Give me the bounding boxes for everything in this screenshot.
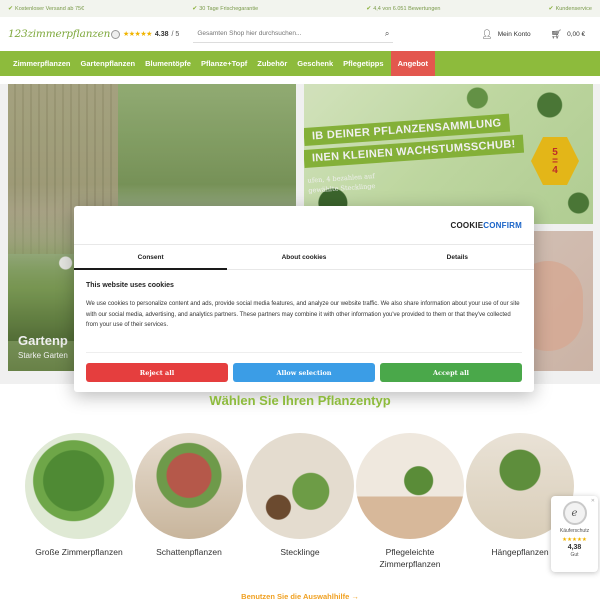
section-title: Wählen Sie Ihren Pflanzentyp — [209, 393, 391, 408]
account-link[interactable]: 👤︎ Mein Konto — [481, 29, 530, 40]
category-schattenpflanzen[interactable]: Schattenpflanzen — [135, 433, 243, 558]
nav-item-gartenpflanzen[interactable]: Gartenpflanzen — [76, 51, 141, 76]
accept-all-button[interactable]: Accept all — [380, 363, 522, 382]
site-logo[interactable]: 123zimmerpflanzen — [8, 28, 110, 40]
nav-item-pflanze-topf[interactable]: Pflanze+Topf — [196, 51, 252, 76]
cart-icon: 🛒︎ — [550, 28, 563, 39]
search-bar: ⌕ — [193, 25, 394, 43]
check-icon: ✔ — [192, 6, 198, 12]
category-label: Stecklinge — [280, 547, 320, 557]
cookie-description: We use cookies to personalize content an… — [86, 301, 520, 328]
check-icon: ✔ — [366, 6, 372, 12]
site-header: 123zimmerpflanzen ★★★★★ 4.38 / 5 ⌕ 👤︎ Me… — [0, 17, 600, 51]
category-image — [246, 433, 354, 539]
top-usp-bar: ✔ Kostenloser Versand ab 75€ ✔ 30 Tage Fri… — [0, 0, 600, 17]
tab-consent[interactable]: Consent — [74, 245, 228, 270]
cookie-consent-dialog: COOKIECONFIRM Consent About cookies Deta… — [74, 206, 534, 392]
check-icon: ✔ — [548, 6, 554, 12]
hero-title: Gartenp — [18, 333, 68, 348]
hero-subtitle: Starke Garten — [18, 351, 68, 360]
trust-grade: Gut — [570, 552, 579, 558]
cookieconfirm-logo: COOKIECONFIRM — [450, 221, 522, 230]
trusted-shops-badge[interactable]: ✕ e Käuferschutz ★★★★★ 4,38 Gut — [551, 496, 598, 572]
category-grosse-zimmerpflanzen[interactable]: Große Zimmerpflanzen — [25, 433, 133, 558]
nav-item-angebot[interactable]: Angebot — [390, 51, 435, 76]
trust-label: Käuferschutz — [559, 528, 590, 534]
usp-customer-service[interactable]: ✔ Kundenservice — [548, 5, 592, 13]
rating-value: 4.38 — [154, 30, 169, 38]
rating-max: / 5 — [171, 30, 180, 38]
usp-freshness: ✔ 30 Tage Frischegarantie — [192, 5, 259, 13]
tab-details[interactable]: Details — [381, 245, 534, 269]
cookie-buttons: Reject all Allow selection Accept all — [86, 363, 522, 382]
cookie-tabs: Consent About cookies Details — [74, 244, 534, 270]
trusted-shops-seal-icon: e — [562, 501, 587, 525]
tab-about-cookies[interactable]: About cookies — [227, 245, 380, 269]
category-image — [356, 433, 464, 539]
promo-banner-cuttings[interactable]: IB DEINER PFLANZENSAMMLUNG INEN KLEINEN … — [304, 84, 593, 224]
nav-item-geschenk[interactable]: Geschenk — [292, 51, 338, 76]
category-label: Pflegeleichte Zimmerpflanzen — [379, 547, 441, 569]
allow-selection-button[interactable]: Allow selection — [233, 363, 375, 382]
trust-stars: ★★★★★ — [562, 537, 587, 543]
category-stecklinge[interactable]: Stecklinge — [246, 433, 354, 558]
nav-item-zubehoer[interactable]: Zubehör — [252, 51, 292, 76]
cart-link[interactable]: 🛒︎ 0,00 € — [551, 29, 586, 40]
category-label: Große Zimmerpflanzen — [35, 547, 123, 557]
selection-helper-link[interactable]: Benutzen Sie die Auswahlhilfe → — [0, 592, 600, 600]
search-icon[interactable]: ⌕ — [385, 29, 389, 39]
trust-seal-icon — [111, 29, 120, 39]
category-label: Schattenpflanzen — [156, 547, 222, 557]
search-input[interactable] — [197, 30, 378, 37]
cookie-heading: This website uses cookies — [86, 282, 174, 289]
shop-rating[interactable]: ★★★★★ 4.38 / 5 — [111, 29, 180, 39]
check-icon: ✔ — [8, 6, 14, 12]
user-icon: 👤︎ — [481, 28, 493, 39]
nav-item-blumentoepfe[interactable]: Blumentöpfe — [140, 51, 196, 76]
usp-shipping: ✔ Kostenloser Versand ab 75€ — [8, 5, 85, 13]
reject-all-button[interactable]: Reject all — [86, 363, 228, 382]
close-icon[interactable]: ✕ — [591, 498, 595, 504]
main-nav: Zimmerpflanzen Gartenpflanzen Blumentöpf… — [0, 51, 600, 76]
nav-item-zimmerpflanzen[interactable]: Zimmerpflanzen — [8, 51, 76, 76]
trust-score: 4,38 — [567, 544, 582, 551]
category-pflegeleichte-zimmerpflanzen[interactable]: Pflegeleichte Zimmerpflanzen — [356, 433, 464, 570]
rating-stars: ★★★★★ — [123, 31, 152, 38]
divider — [86, 352, 522, 353]
category-image — [135, 433, 243, 539]
category-image — [25, 433, 133, 539]
usp-reviews[interactable]: ✔ 4,4 von 6.051 Bewertungen — [366, 5, 440, 13]
nav-item-pflegetipps[interactable]: Pflegetipps — [338, 51, 388, 76]
